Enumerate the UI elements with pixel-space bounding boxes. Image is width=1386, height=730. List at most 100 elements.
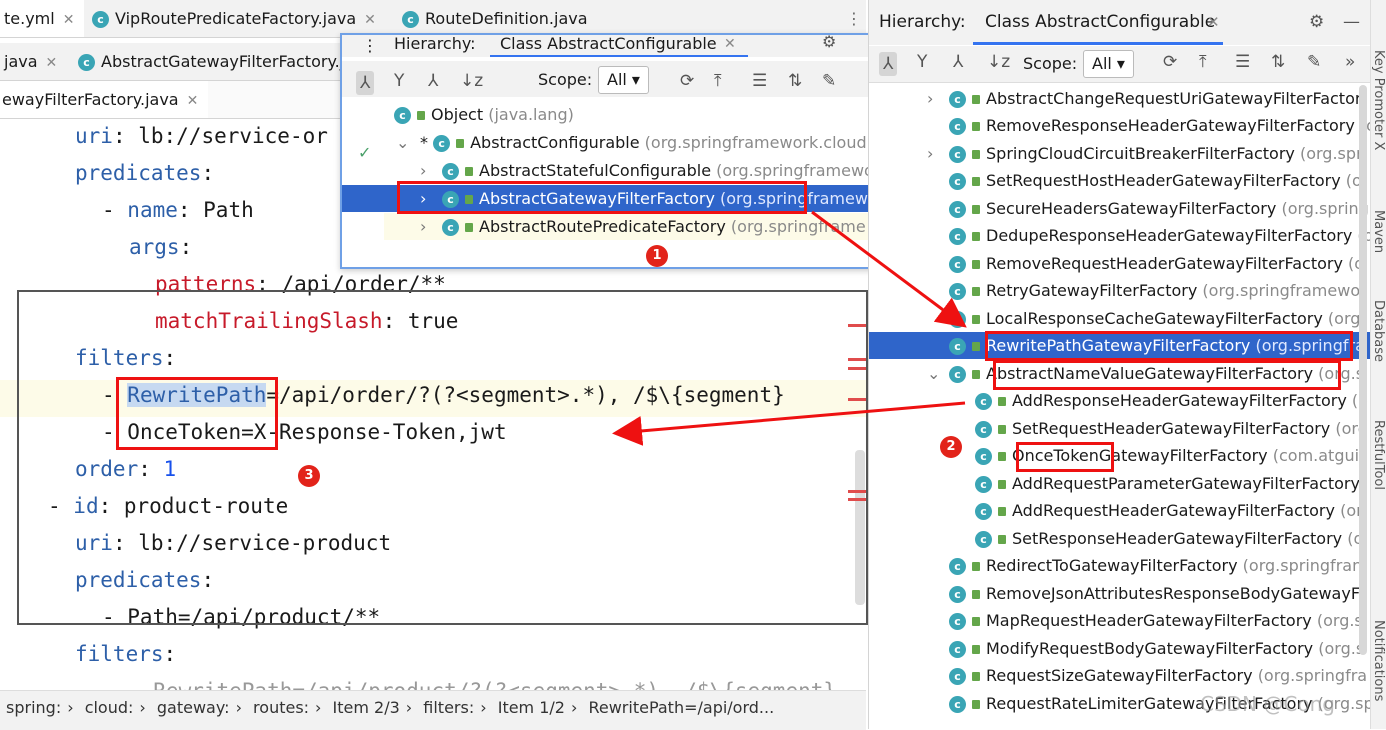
tree-row[interactable]: c Object (java.lang)	[384, 101, 873, 128]
tree-row[interactable]: c LocalResponseCacheGatewayFilterFactory …	[869, 305, 1371, 332]
notifications-tool[interactable]: Notifications	[1371, 620, 1386, 701]
popup-tab[interactable]: Class AbstractConfigurable	[500, 35, 717, 53]
close-icon[interactable]: ✕	[364, 12, 376, 28]
pin-icon[interactable]: ✎	[822, 71, 836, 91]
tree-row[interactable]: › c AbstractRoutePredicateFactory (org.spr…	[384, 213, 873, 240]
change-marker	[848, 324, 866, 327]
tree-row[interactable]: c RemoveResponseHeaderGatewayFilterFactor…	[869, 112, 1371, 139]
breadcrumb-item[interactable]: Item 1/2	[498, 698, 565, 717]
tree-row[interactable]: › c SpringCloudCircuitBreakerFilterFactory…	[869, 140, 1371, 167]
subtypes-icon[interactable]: Y	[394, 71, 404, 91]
subtypes-icon[interactable]: Y	[917, 52, 927, 72]
tab-filterfactory[interactable]: ewayFilterFactory.java ✕	[0, 81, 209, 118]
tree-row[interactable]: c SecureHeadersGatewayFilterFactory (org.…	[869, 195, 1371, 222]
tree-row[interactable]: c RemoveRequestHeaderGatewayFilterFactory…	[869, 250, 1371, 277]
gear-icon[interactable]: ⚙	[1309, 0, 1324, 45]
popup-menu-icon[interactable]: ⋮	[362, 37, 378, 55]
popup-header-label: Hierarchy:	[394, 34, 476, 53]
breadcrumb-item[interactable]: filters:	[423, 698, 474, 717]
panel-scrollbar[interactable]	[1359, 85, 1367, 655]
scope-select[interactable]: All ▾	[1083, 50, 1134, 78]
sort-icon[interactable]: ↓z	[987, 52, 1010, 72]
more-tabs-icon[interactable]: ⋮	[836, 0, 872, 37]
highlight-box	[993, 360, 1341, 390]
panel-tab[interactable]: Class AbstractConfigurable	[985, 0, 1215, 45]
class-name: AddRequestHeaderGatewayFilterFactory	[1012, 501, 1335, 520]
editor-scrollbar[interactable]	[855, 450, 865, 605]
database-tool[interactable]: Database	[1371, 300, 1386, 362]
tree-row[interactable]: c AddRequestParameterGatewayFilterFactory	[869, 470, 1371, 497]
package-name: (org.spring	[1281, 199, 1369, 218]
supertypes-icon[interactable]: ⅄	[879, 52, 898, 76]
key-promoter-tool[interactable]: Key Promoter X	[1371, 50, 1386, 150]
export-icon[interactable]: ⤒	[714, 71, 722, 91]
tree-row[interactable]: c AddRequestHeaderGatewayFilterFactory (o…	[869, 497, 1371, 524]
refresh-icon[interactable]: ⟳	[680, 71, 694, 91]
check-icon: ✓	[358, 143, 372, 162]
supertypes-icon[interactable]: ⅄	[356, 71, 375, 95]
class-icon: c	[949, 201, 966, 218]
lock-icon	[972, 177, 980, 186]
tree-row[interactable]: › c AbstractChangeRequestUriGatewayFilterF…	[869, 85, 1371, 112]
lock-icon	[972, 700, 980, 709]
expand-icon[interactable]: ☰	[1235, 52, 1250, 72]
collapse-icon[interactable]: ⇅	[1271, 52, 1285, 72]
tree-row[interactable]: c RedirectToGatewayFilterFactory (org.spr…	[869, 552, 1371, 579]
tree-row[interactable]: cAddResponseHeaderGatewayFilterFactory (…	[869, 387, 1371, 414]
breadcrumb-item[interactable]: RewritePath=/api/ord...	[588, 698, 774, 717]
breadcrumb-item[interactable]: routes:	[253, 698, 309, 717]
tab-yml[interactable]: te.yml ✕	[0, 0, 85, 37]
export-icon[interactable]: ⤒	[1199, 52, 1207, 72]
tab-label: AbstractGatewayFilterFactory.j	[101, 52, 345, 71]
tree-row[interactable]: c RequestSizeGatewayFilterFactory (org.sp…	[869, 662, 1371, 689]
class-icon: c	[949, 311, 966, 328]
tree-row[interactable]: c SetResponseHeaderGatewayFilterFactory (…	[869, 525, 1371, 552]
close-icon[interactable]: ✕	[63, 12, 75, 28]
class-name: AbstractConfigurable	[470, 133, 640, 152]
lock-icon	[972, 342, 980, 351]
class-name: SecureHeadersGatewayFilterFactory	[986, 199, 1277, 218]
breadcrumb-item[interactable]: Item 2/3	[333, 698, 400, 717]
tree-row[interactable]: ⌄ * c AbstractConfigurable (org.springfram…	[384, 129, 873, 156]
refresh-icon[interactable]: ⟳	[1163, 52, 1177, 72]
lock-icon	[972, 370, 980, 379]
highlight-box	[1016, 442, 1114, 472]
tree-row[interactable]: › c AbstractStatefulConfigurable (org.spri…	[384, 157, 873, 184]
collapse-icon[interactable]: ⇅	[788, 71, 802, 91]
chevron-down-icon[interactable]: ⌄	[396, 129, 409, 156]
close-icon[interactable]: ✕	[187, 93, 199, 109]
tab-java[interactable]: java ✕	[0, 43, 67, 80]
tree-row[interactable]: c MapRequestHeaderGatewayFilterFactory (o…	[869, 607, 1371, 634]
class-icon: c	[975, 503, 992, 520]
restful-tool[interactable]: RestfulTool	[1371, 420, 1386, 490]
chevron-right-icon[interactable]: ›	[420, 213, 426, 240]
chevron-right-icon[interactable]: ›	[927, 85, 933, 112]
chevron-down-icon[interactable]: ⌄	[927, 360, 940, 387]
sort-icon[interactable]: ↓z	[460, 71, 483, 91]
hierarchy-icon[interactable]: ⅄	[953, 52, 963, 72]
more-icon[interactable]: »	[1345, 52, 1355, 72]
tab-viproute[interactable]: c VipRoutePredicateFactory.java ✕	[82, 0, 386, 37]
tree-row[interactable]: c RetryGatewayFilterFactory (org.springfr…	[869, 277, 1371, 304]
scope-select[interactable]: All ▾	[598, 66, 649, 94]
breadcrumb-item[interactable]: gateway:	[157, 698, 230, 717]
close-icon[interactable]: ✕	[46, 55, 58, 71]
tree-row[interactable]: c ModifyRequestBodyGatewayFilterFactory (…	[869, 635, 1371, 662]
hierarchy-icon[interactable]: ⅄	[428, 71, 438, 91]
minimize-icon[interactable]: —	[1343, 0, 1360, 45]
maven-tool[interactable]: Maven	[1371, 210, 1386, 253]
tree-row[interactable]: c RemoveJsonAttributesResponseBodyGateway…	[869, 580, 1371, 607]
tree-row[interactable]: c DedupeResponseHeaderGatewayFilterFactor…	[869, 222, 1371, 249]
close-icon[interactable]: ✕	[724, 35, 736, 53]
chevron-right-icon[interactable]: ›	[927, 140, 933, 167]
pin-icon[interactable]: ✎	[1307, 52, 1321, 72]
chevron-right-icon[interactable]: ›	[420, 157, 426, 184]
gear-icon[interactable]: ⚙	[822, 35, 836, 51]
expand-icon[interactable]: ☰	[752, 71, 767, 91]
breadcrumb-item[interactable]: spring:	[6, 698, 61, 717]
breadcrumb-item[interactable]: cloud:	[85, 698, 134, 717]
tab-routedefinition[interactable]: c RouteDefinition.java	[392, 0, 598, 37]
tree-row[interactable]: c SetRequestHostHeaderGatewayFilterFactor…	[869, 167, 1371, 194]
close-icon[interactable]: ✕	[1207, 0, 1220, 45]
tab-abstractgatewayfilterfactory[interactable]: c AbstractGatewayFilterFactory.j	[68, 43, 354, 80]
